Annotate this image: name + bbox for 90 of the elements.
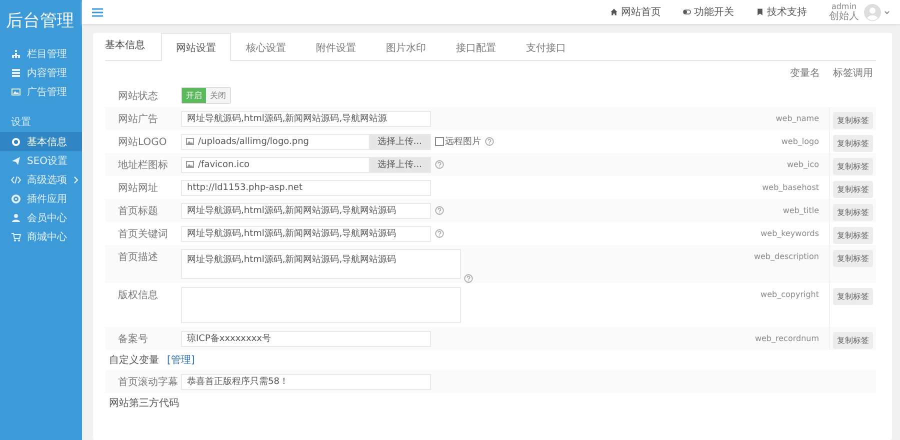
copy-tag-button[interactable]: 复制标签	[833, 158, 873, 175]
manage-link[interactable]: [管理]	[167, 353, 195, 367]
help-icon[interactable]	[485, 137, 494, 146]
checkbox-label: 远程图片	[445, 136, 481, 148]
settings-tab[interactable]: 附件设置	[301, 33, 371, 61]
menu-icon[interactable]	[92, 8, 103, 16]
help-icon[interactable]	[435, 229, 444, 238]
variable-name: web_description	[754, 252, 819, 261]
field-label: 网站状态	[118, 90, 158, 103]
copy-tag-button[interactable]: 复制标签	[833, 227, 873, 244]
image-icon	[186, 138, 194, 145]
field-label: 首页标题	[118, 204, 158, 218]
field-label: 首页滚动字幕	[118, 376, 178, 389]
sidebar-item[interactable]: 高级选项	[0, 170, 82, 189]
field-label: 网站网址	[118, 182, 158, 195]
menu-item-icon	[11, 68, 21, 78]
menu-item-icon	[11, 174, 21, 184]
sidebar-item[interactable]: 基本信息	[0, 132, 82, 151]
link-icon	[683, 8, 691, 16]
text-field[interactable]: 网址导航源码,html源码,新闻网站源码,导航网站源码	[181, 226, 431, 242]
checkbox[interactable]	[435, 137, 444, 146]
file-path-field[interactable]: /uploads/allimg/logo.png	[198, 136, 309, 146]
variable-name: web_ico	[786, 160, 819, 169]
help-icon[interactable]	[464, 274, 473, 283]
text-field[interactable]: 网址导航源码,html源码,新闻网站源码,导航网站源	[181, 110, 431, 126]
column-header: 变量名	[790, 66, 820, 80]
upload-button[interactable]: 选择上传...	[369, 134, 430, 148]
text-field[interactable]: 网址导航源码,html源码,新闻网站源码,导航网站源码	[181, 202, 431, 218]
field-label: 首页描述	[118, 250, 158, 264]
variable-name: web_logo	[781, 137, 819, 146]
app-logo: 后台管理	[5, 10, 75, 33]
settings-tab[interactable]: 接口配置	[441, 33, 511, 61]
status-option[interactable]: 关闭	[206, 88, 230, 103]
variable-name: web_recordnum	[754, 334, 819, 343]
variable-name: web_title	[782, 206, 819, 215]
variable-name: web_keywords	[760, 229, 819, 238]
variable-name: web_name	[776, 114, 819, 123]
sidebar-item[interactable]: 插件应用	[0, 189, 82, 208]
field-label: 备案号	[118, 332, 148, 346]
variable-name: web_copyright	[760, 290, 819, 299]
copy-tag-button[interactable]: 复制标签	[833, 204, 873, 221]
variable-name: web_basehost	[762, 183, 819, 192]
copy-tag-button[interactable]: 复制标签	[833, 250, 873, 267]
help-icon[interactable]	[435, 206, 444, 215]
sidebar-item[interactable]: 广告管理	[0, 82, 82, 101]
section-heading: 网站第三方代码	[109, 396, 179, 410]
text-field[interactable]: http://ld1153.php-asp.net	[181, 180, 431, 196]
settings-tab[interactable]: 支付接口	[511, 33, 581, 61]
page-title: 基本信息	[105, 38, 146, 53]
top-link[interactable]: 技术支持	[756, 5, 807, 19]
top-link[interactable]: 网站首页	[610, 5, 661, 19]
caret-icon[interactable]	[884, 10, 890, 14]
sidebar-item[interactable]: SEO设置	[0, 151, 82, 170]
field-label: 地址栏图标	[118, 158, 168, 172]
field-label: 版权信息	[118, 288, 158, 302]
column-header: 标签调用	[833, 66, 873, 80]
field-label: 网站广告	[118, 112, 158, 126]
text-field[interactable]: 琼ICP备xxxxxxxx号	[181, 330, 431, 346]
menu-item-icon	[11, 212, 21, 222]
image-icon	[186, 161, 194, 168]
menu-item-icon	[11, 86, 21, 96]
copy-tag-button[interactable]: 复制标签	[833, 112, 873, 129]
user-role: 创始人	[829, 12, 859, 22]
sidebar-item[interactable]: 商城中心	[0, 227, 82, 246]
menu-item-icon	[11, 48, 21, 58]
help-icon[interactable]	[435, 160, 444, 169]
file-path-field[interactable]: /favicon.ico	[198, 160, 250, 170]
link-icon	[610, 8, 618, 16]
text-area[interactable]: 网址导航源码,html源码,新闻网站源码,导航网站源码	[181, 249, 461, 279]
settings-tab[interactable]: 核心设置	[231, 33, 301, 61]
copy-tag-button[interactable]: 复制标签	[833, 288, 873, 305]
settings-tab[interactable]: 图片水印	[371, 33, 441, 61]
link-icon	[756, 8, 764, 16]
sidebar-item[interactable]: 会员中心	[0, 208, 82, 227]
sidebar-item[interactable]: 内容管理	[0, 63, 82, 82]
settings-tab[interactable]: 网站设置	[161, 33, 231, 61]
section-heading: 自定义变量	[109, 354, 159, 367]
text-field[interactable]: 恭喜首正版程序只需58！	[181, 374, 431, 390]
field-label: 首页关键词	[118, 228, 168, 241]
user-name: admin	[831, 2, 857, 11]
sidebar-item[interactable]: 栏目管理	[0, 44, 82, 63]
copy-tag-button[interactable]: 复制标签	[833, 135, 873, 152]
top-link[interactable]: 功能开关	[683, 5, 734, 19]
menu-item-icon	[11, 232, 21, 242]
sidebar-section-title: 设置	[10, 116, 32, 130]
copy-tag-button[interactable]: 复制标签	[833, 181, 873, 198]
copy-tag-button[interactable]: 复制标签	[833, 332, 873, 349]
menu-item-icon	[11, 194, 21, 204]
field-label: 网站LOGO	[118, 136, 167, 149]
upload-button[interactable]: 选择上传...	[369, 158, 430, 172]
